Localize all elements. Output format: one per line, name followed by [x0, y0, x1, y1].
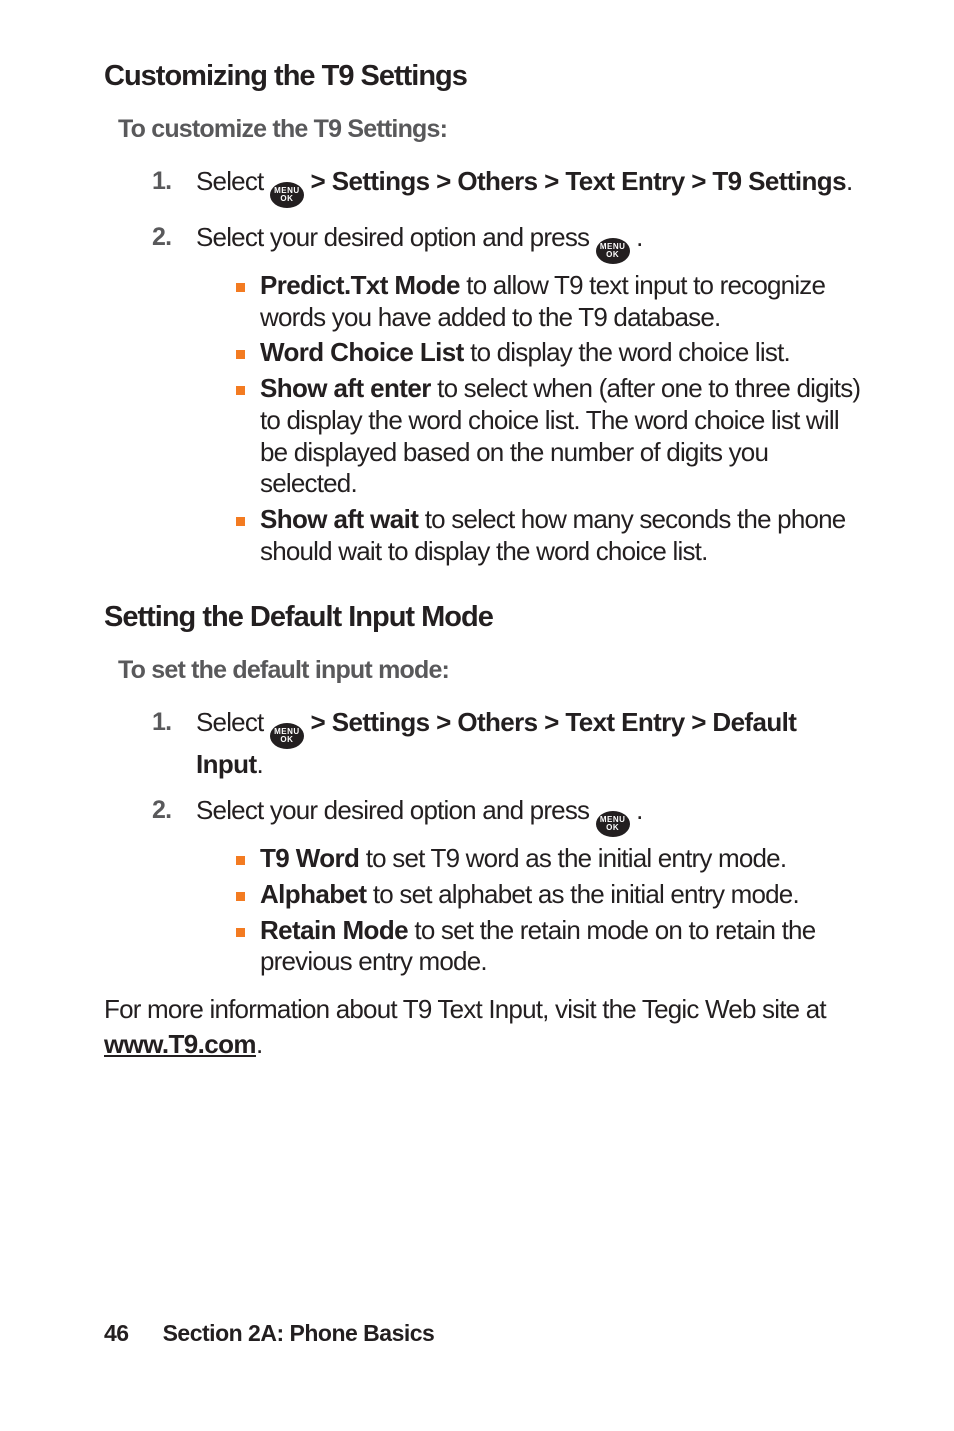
option-wordchoice: Word Choice List to display the word cho…: [236, 337, 862, 369]
option-retain: Retain Mode to set the retain mode on to…: [236, 915, 862, 978]
option-label: Alphabet: [260, 879, 366, 909]
step-1: Select MENUOK > Settings > Others > Text…: [152, 707, 862, 781]
option-desc: to set alphabet as the initial entry mod…: [366, 879, 798, 909]
step-2: Select your desired option and press MEN…: [152, 795, 862, 978]
period: .: [257, 749, 263, 779]
option-predict: Predict.Txt Mode to allow T9 text input …: [236, 270, 862, 333]
step2-text: Select your desired option and press: [196, 222, 596, 252]
option-aftwait: Show aft wait to select how many seconds…: [236, 504, 862, 567]
options-list: T9 Word to set T9 word as the initial en…: [236, 843, 862, 978]
menu-ok-icon: MENUOK: [270, 182, 304, 208]
step-1: Select MENUOK > Settings > Others > Text…: [152, 166, 862, 208]
step1-pre: Select: [196, 707, 270, 737]
option-alphabet: Alphabet to set alphabet as the initial …: [236, 879, 862, 911]
menu-ok-icon: MENUOK: [596, 238, 630, 264]
option-label: Show aft enter: [260, 373, 431, 403]
menu-ok-icon: MENUOK: [596, 811, 630, 837]
menu-ok-icon: MENUOK: [270, 723, 304, 749]
para-text: For more information about T9 Text Input…: [104, 994, 826, 1024]
option-aftenter: Show aft enter to select when (after one…: [236, 373, 862, 500]
option-label: Retain Mode: [260, 915, 408, 945]
period: .: [630, 222, 643, 252]
subheading-default-input: To set the default input mode:: [118, 656, 862, 685]
heading-default-input: Setting the Default Input Mode: [104, 601, 862, 634]
period: .: [630, 795, 643, 825]
options-list: Predict.Txt Mode to allow T9 text input …: [236, 270, 862, 567]
option-label: Word Choice List: [260, 337, 464, 367]
footer-section: Section 2A: Phone Basics: [163, 1320, 435, 1346]
step1-path: > Settings > Others > Text Entry > T9 Se…: [304, 166, 846, 196]
page-footer: 46 Section 2A: Phone Basics: [104, 1320, 434, 1347]
option-desc: to display the word choice list.: [464, 337, 790, 367]
more-info-paragraph: For more information about T9 Text Input…: [104, 992, 862, 1062]
period: .: [846, 166, 852, 196]
page-number: 46: [104, 1320, 129, 1346]
step2-text: Select your desired option and press: [196, 795, 596, 825]
step-2: Select your desired option and press MEN…: [152, 222, 862, 567]
subheading-customize-t9: To customize the T9 Settings:: [118, 115, 862, 144]
option-label: Predict.Txt Mode: [260, 270, 460, 300]
option-desc: to set T9 word as the initial entry mode…: [359, 843, 786, 873]
option-t9word: T9 Word to set T9 word as the initial en…: [236, 843, 862, 875]
steps-default-input: Select MENUOK > Settings > Others > Text…: [152, 707, 862, 978]
option-label: T9 Word: [260, 843, 359, 873]
heading-customize-t9: Customizing the T9 Settings: [104, 60, 862, 93]
period: .: [256, 1029, 262, 1059]
option-label: Show aft wait: [260, 504, 418, 534]
link-t9[interactable]: www.T9.com: [104, 1029, 256, 1059]
steps-customize-t9: Select MENUOK > Settings > Others > Text…: [152, 166, 862, 567]
step1-pre: Select: [196, 166, 270, 196]
